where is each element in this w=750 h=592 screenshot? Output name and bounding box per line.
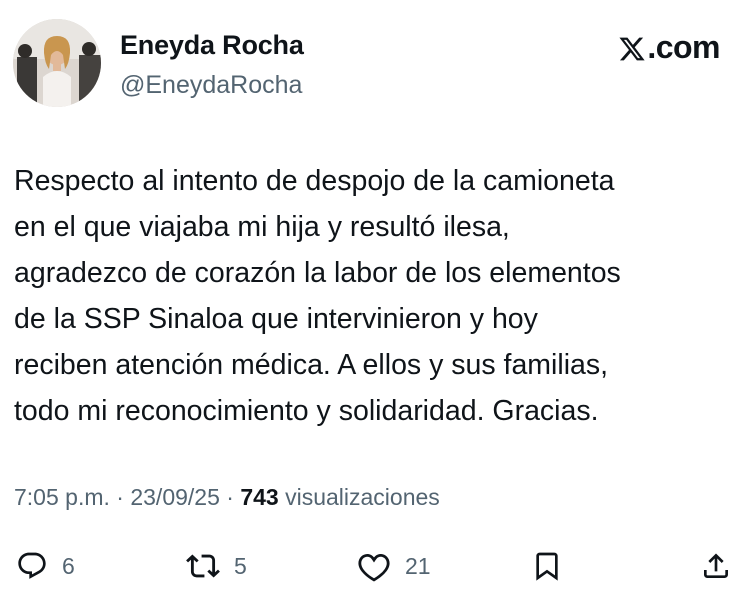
tweet-card: Eneyda Rocha @EneydaRocha .com Respecto … <box>0 0 750 592</box>
heart-icon <box>358 553 390 582</box>
brand-logo: .com <box>618 29 720 66</box>
tweet-text-line: de la SSP Sinaloa que intervinieron y ho… <box>14 303 538 335</box>
reply-count: 6 <box>62 552 75 579</box>
like-button[interactable]: 21 <box>357 546 431 586</box>
like-count: 21 <box>405 552 431 579</box>
tweet-date[interactable]: 23/09/25 <box>130 484 220 510</box>
tweet-text-line: todo mi reconocimiento y solidaridad. Gr… <box>14 395 599 427</box>
tweet-text: Respecto al intento de despojo de la cam… <box>14 158 739 434</box>
repost-button[interactable]: 5 <box>186 546 247 586</box>
repost-count: 5 <box>234 552 247 579</box>
reply-icon <box>18 552 46 579</box>
views-count: 743 <box>240 484 279 510</box>
tweet-text-line: agradezco de corazón la labor de los ele… <box>14 257 621 289</box>
tweet-meta: 7:05 p.m. · 23/09/25 · 743 visualizacion… <box>14 484 440 511</box>
x-logo-icon <box>618 34 646 62</box>
avatar-photo <box>13 19 101 107</box>
tweet-time[interactable]: 7:05 p.m. <box>14 484 110 510</box>
views-label: visualizaciones <box>285 484 440 510</box>
meta-separator: · <box>109 484 131 510</box>
reply-button[interactable]: 6 <box>16 546 75 586</box>
tweet-text-line: en el que viajaba mi hija y resultó iles… <box>14 211 510 243</box>
action-bar: 6 5 21 <box>0 546 750 586</box>
brand-domain: .com <box>647 29 720 65</box>
share-button[interactable] <box>700 546 732 586</box>
author-handle[interactable]: @EneydaRocha <box>120 71 302 100</box>
author-display-name[interactable]: Eneyda Rocha <box>120 30 304 61</box>
tweet-text-line: Respecto al intento de despojo de la cam… <box>14 165 615 197</box>
repost-icon <box>186 554 220 578</box>
avatar[interactable] <box>13 19 101 107</box>
meta-separator: · <box>219 484 241 510</box>
share-icon <box>704 553 728 578</box>
bookmark-button[interactable] <box>531 546 563 586</box>
bookmark-icon <box>536 552 558 581</box>
tweet-text-line: reciben atención médica. A ellos y sus f… <box>14 349 609 381</box>
